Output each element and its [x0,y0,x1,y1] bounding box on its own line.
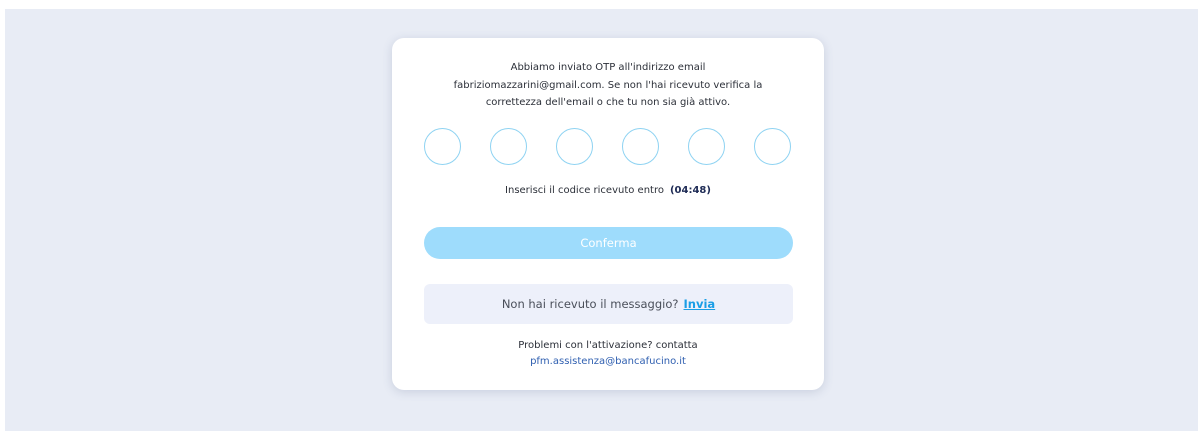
problems-text: Problemi con l'attivazione? contatta [518,340,698,351]
confirm-button[interactable]: Conferma [424,227,793,259]
otp-sent-message: Abbiamo inviato OTP all'indirizzo email … [412,59,804,112]
otp-verification-card: Abbiamo inviato OTP all'indirizzo email … [392,38,824,390]
resend-panel: Non hai ricevuto il messaggio? Invia [424,284,793,324]
otp-timer: Inserisci il codice ricevuto entro (04:48… [392,185,824,196]
message-line: fabriziomazzarini@gmail.com. Se non l'ha… [453,79,763,91]
otp-input-group [424,128,793,165]
otp-digit-input-5[interactable] [688,128,725,165]
message-line: correttezza dell'email o che tu non sia … [485,97,731,108]
timer-label: Inserisci il codice ricevuto entro [505,185,664,196]
resend-prompt: Non hai ricevuto il messaggio? [501,297,679,311]
message-line: Abbiamo inviato OTP all'indirizzo email [510,62,706,73]
otp-digit-input-4[interactable] [622,128,659,165]
otp-digit-input-2[interactable] [490,128,527,165]
support-info: Problemi con l'attivazione? contatta pfm… [392,338,824,370]
otp-digit-input-3[interactable] [556,128,593,165]
resend-link[interactable]: Invia [684,297,716,311]
support-email-link[interactable]: pfm.assistenza@bancafucino.it [530,356,686,367]
timer-countdown: (04:48) [669,185,711,196]
otp-digit-input-1[interactable] [424,128,461,165]
otp-digit-input-6[interactable] [754,128,791,165]
